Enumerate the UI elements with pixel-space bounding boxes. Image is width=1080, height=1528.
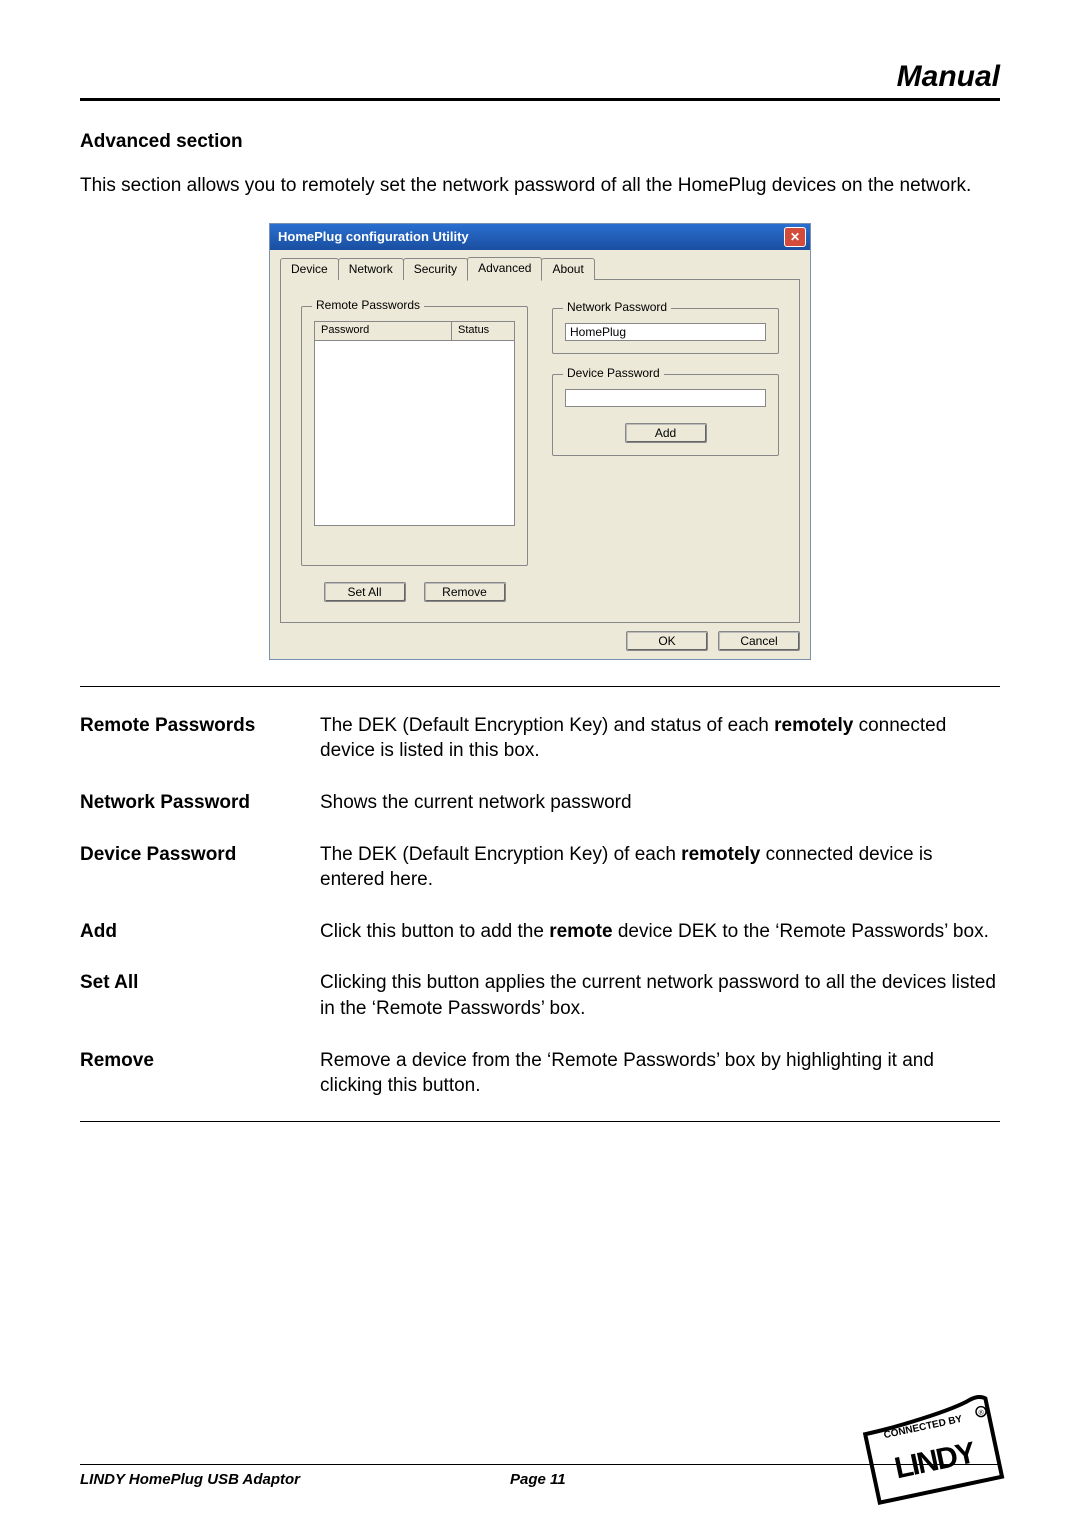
network-password-label: Network Password — [563, 300, 671, 314]
remote-passwords-list[interactable] — [314, 341, 515, 526]
def-device-password: Device Password The DEK (Default Encrypt… — [80, 842, 1000, 893]
device-password-input[interactable] — [565, 389, 766, 407]
tab-device[interactable]: Device — [280, 258, 339, 280]
remove-button[interactable]: Remove — [424, 582, 506, 602]
close-icon[interactable]: ✕ — [784, 227, 806, 247]
intro-paragraph: This section allows you to remotely set … — [80, 173, 1000, 199]
def-desc: The DEK (Default Encryption Key) and sta… — [320, 713, 1000, 764]
remote-passwords-group: Remote Passwords Password Status — [301, 306, 528, 566]
def-remote-passwords: Remote Passwords The DEK (Default Encryp… — [80, 713, 1000, 764]
ok-button[interactable]: OK — [626, 631, 708, 651]
dialog-body: Device Network Security Advanced About R… — [270, 250, 810, 659]
def-term: Set All — [80, 970, 320, 1021]
def-term: Network Password — [80, 790, 320, 816]
tab-advanced[interactable]: Advanced — [467, 257, 542, 281]
footer-product: LINDY HomePlug USB Adaptor — [80, 1471, 300, 1488]
def-term: Device Password — [80, 842, 320, 893]
dialog-title: HomePlug configuration Utility — [278, 229, 469, 244]
cancel-button[interactable]: Cancel — [718, 631, 800, 651]
def-add: Add Click this button to add the remote … — [80, 919, 1000, 945]
definition-list: Remote Passwords The DEK (Default Encryp… — [80, 713, 1000, 1099]
def-network-password: Network Password Shows the current netwo… — [80, 790, 1000, 816]
network-password-group: Network Password — [552, 308, 779, 354]
set-all-button[interactable]: Set All — [324, 582, 406, 602]
svg-text:LINDY: LINDY — [892, 1436, 979, 1485]
add-button[interactable]: Add — [625, 423, 707, 443]
def-desc: Remove a device from the ‘Remote Passwor… — [320, 1048, 1000, 1099]
tab-panel-advanced: Remote Passwords Password Status Set All… — [280, 279, 800, 623]
def-term: Remove — [80, 1048, 320, 1099]
config-dialog: HomePlug configuration Utility ✕ Device … — [269, 223, 811, 660]
tab-about[interactable]: About — [541, 258, 594, 280]
col-status[interactable]: Status — [452, 322, 514, 340]
col-password[interactable]: Password — [315, 322, 452, 340]
tab-security[interactable]: Security — [403, 258, 468, 280]
device-password-label: Device Password — [563, 366, 664, 380]
lindy-logo: CONNECTED BY LINDY ® — [860, 1390, 1010, 1510]
page-title: Manual — [897, 60, 1000, 94]
def-term: Remote Passwords — [80, 713, 320, 764]
remote-passwords-label: Remote Passwords — [312, 298, 424, 312]
def-remove: Remove Remove a device from the ‘Remote … — [80, 1048, 1000, 1099]
tab-row: Device Network Security Advanced About — [280, 256, 800, 280]
network-password-input[interactable] — [565, 323, 766, 341]
def-desc: The DEK (Default Encryption Key) of each… — [320, 842, 1000, 893]
list-header: Password Status — [314, 321, 515, 341]
def-term: Add — [80, 919, 320, 945]
tab-network[interactable]: Network — [338, 258, 404, 280]
section-heading: Advanced section — [80, 131, 1000, 153]
def-desc: Click this button to add the remote devi… — [320, 919, 1000, 945]
def-desc: Shows the current network password — [320, 790, 1000, 816]
def-set-all: Set All Clicking this button applies the… — [80, 970, 1000, 1021]
footer-page: Page 11 — [510, 1471, 566, 1488]
divider — [80, 1121, 1000, 1122]
def-desc: Clicking this button applies the current… — [320, 970, 1000, 1021]
svg-text:®: ® — [978, 1408, 986, 1417]
dialog-title-bar: HomePlug configuration Utility ✕ — [270, 224, 810, 250]
divider — [80, 686, 1000, 687]
device-password-group: Device Password Add — [552, 374, 779, 456]
